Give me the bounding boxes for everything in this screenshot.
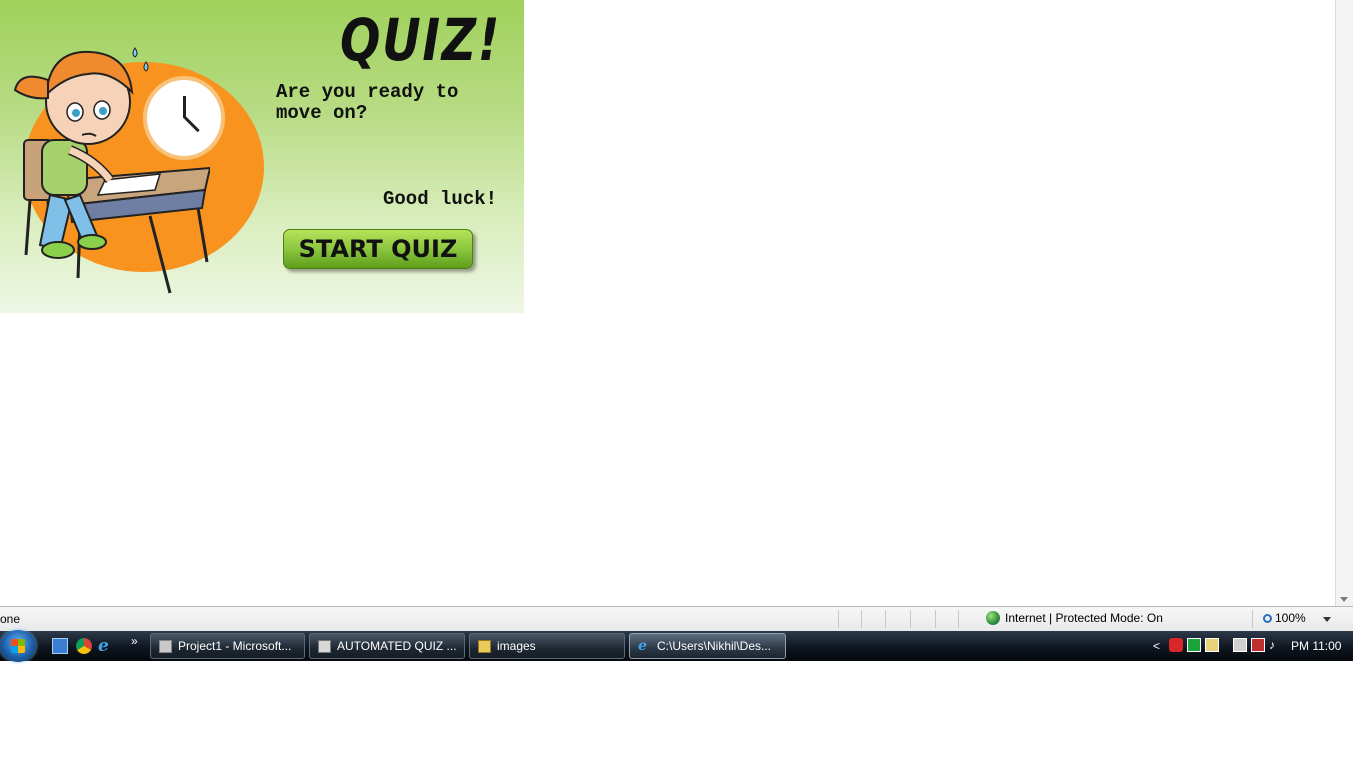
folder-icon — [478, 639, 491, 653]
quiz-prompt: Are you ready to move on? — [276, 81, 459, 124]
zoom-dropdown-icon[interactable] — [1323, 617, 1331, 622]
ie-icon[interactable]: e — [98, 638, 114, 655]
magnifier-icon — [1263, 613, 1272, 623]
browser-content: QUIZ! Are you ready to move on? Good luc… — [0, 0, 1335, 606]
notes-icon[interactable] — [1205, 638, 1219, 652]
scroll-down-arrow-icon[interactable] — [1340, 597, 1348, 602]
ie-icon: e — [638, 637, 647, 654]
chrome-icon[interactable] — [76, 638, 92, 654]
vb-project-icon — [159, 639, 172, 653]
vertical-scrollbar[interactable] — [1335, 0, 1353, 606]
taskbar-button-project1[interactable]: Project1 - Microsoft... — [150, 633, 305, 659]
security-zone[interactable]: Internet | Protected Mode: On — [986, 611, 1163, 625]
status-divider — [910, 610, 911, 628]
status-bar: one Internet | Protected Mode: On 100% — [0, 606, 1353, 631]
good-luck-text: Good luck! — [383, 188, 498, 210]
acrobat-icon[interactable] — [1169, 638, 1183, 652]
status-divider — [958, 610, 959, 628]
tray-expand-icon[interactable]: < — [1153, 639, 1160, 653]
windows-logo-icon — [11, 639, 25, 653]
show-desktop-icon[interactable] — [52, 638, 68, 654]
taskbar: e » Project1 - Microsoft... AUTOMATED QU… — [0, 630, 1353, 662]
status-divider — [861, 610, 862, 628]
taskbar-button-label: C:\Users\Nikhil\Des... — [657, 639, 772, 653]
status-text: one — [0, 612, 21, 626]
status-divider — [1252, 610, 1253, 628]
globe-icon — [986, 611, 1000, 625]
zoom-control[interactable]: 100% — [1263, 611, 1306, 625]
taskbar-button-ie[interactable]: e C:\Users\Nikhil\Des... — [629, 633, 786, 659]
volume-icon[interactable]: ♪ — [1269, 638, 1283, 652]
zone-text: Internet | Protected Mode: On — [1005, 611, 1163, 625]
status-divider — [838, 610, 839, 628]
app-icon — [318, 639, 331, 653]
start-quiz-button[interactable]: START QUIZ — [283, 229, 473, 269]
status-icon[interactable] — [1187, 638, 1201, 652]
zoom-level: 100% — [1275, 611, 1306, 625]
quiz-title: QUIZ! — [340, 6, 502, 74]
network-icon[interactable] — [1251, 638, 1265, 652]
status-divider — [885, 610, 886, 628]
taskbar-button-label: AUTOMATED QUIZ ... — [337, 639, 457, 653]
system-clock[interactable]: PM 11:00 — [1291, 639, 1341, 653]
device-icon[interactable] — [1233, 638, 1247, 652]
girl-illustration — [13, 47, 210, 294]
taskbar-button-automated-quiz[interactable]: AUTOMATED QUIZ ... — [309, 633, 465, 659]
taskbar-button-images[interactable]: images — [469, 633, 625, 659]
quick-launch-more-icon[interactable]: » — [131, 634, 147, 650]
start-button[interactable] — [0, 630, 36, 662]
status-divider — [935, 610, 936, 628]
taskbar-button-label: Project1 - Microsoft... — [178, 639, 292, 653]
taskbar-button-label: images — [497, 639, 536, 653]
quiz-banner: QUIZ! Are you ready to move on? Good luc… — [0, 0, 524, 313]
